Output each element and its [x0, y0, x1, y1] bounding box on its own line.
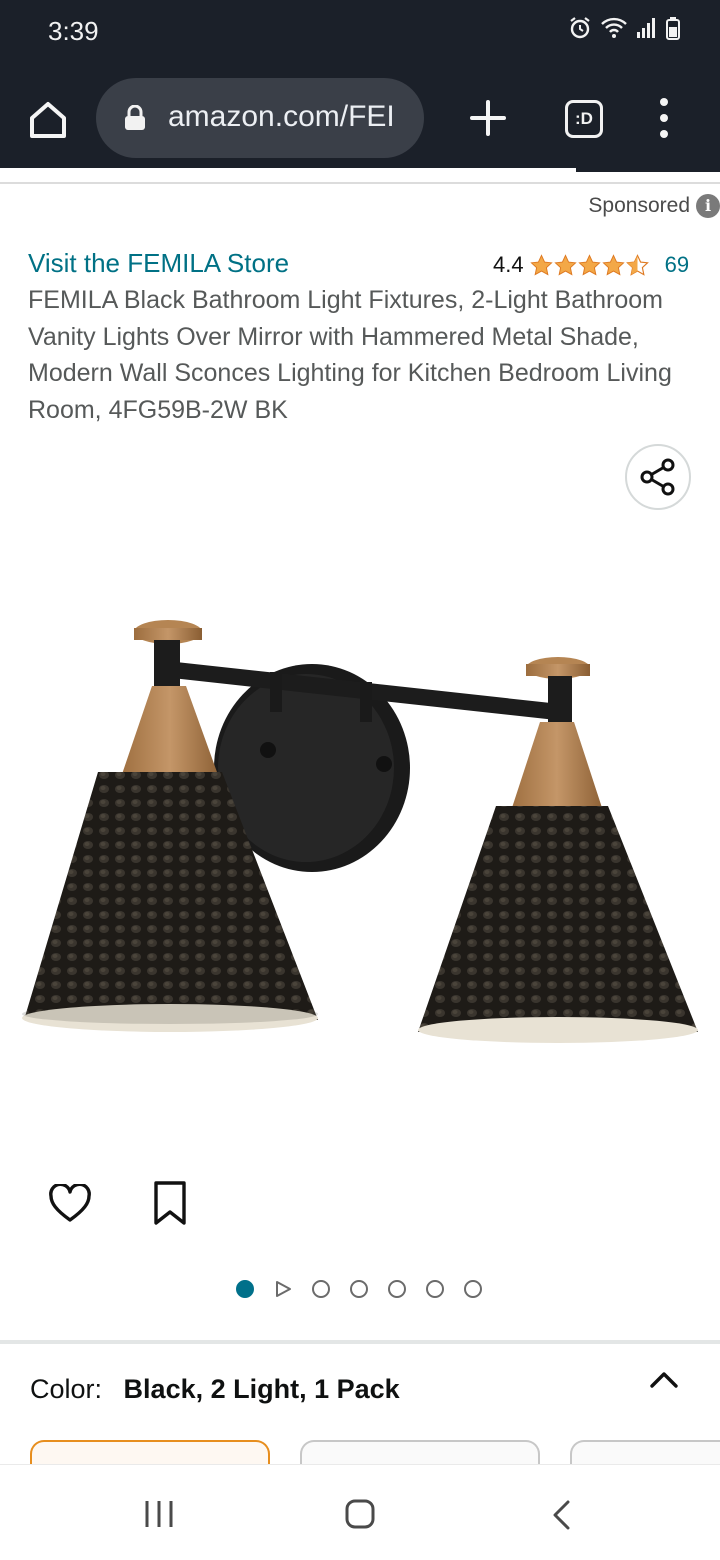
status-icons	[568, 16, 680, 40]
back-icon[interactable]	[550, 1499, 572, 1531]
lock-icon	[125, 105, 145, 130]
system-nav-bar	[0, 1464, 720, 1560]
tab-switcher-button[interactable]: :D	[565, 100, 603, 138]
battery-icon	[666, 17, 680, 40]
recents-icon[interactable]	[143, 1499, 175, 1529]
rating-summary[interactable]: 4.4 69	[493, 252, 689, 278]
browser-chrome: 3:39 amazon.com/FEI :D	[0, 0, 720, 172]
info-icon[interactable]: i	[696, 194, 720, 218]
carousel-dot[interactable]	[312, 1280, 330, 1298]
heart-icon[interactable]	[48, 1184, 92, 1224]
carousel-dot[interactable]	[464, 1280, 482, 1298]
rating-count-link[interactable]: 69	[665, 252, 689, 278]
star-icon	[577, 253, 601, 276]
share-button[interactable]	[625, 444, 691, 510]
star-icon	[601, 253, 625, 276]
color-label: Color:	[30, 1374, 103, 1404]
home-icon[interactable]	[24, 96, 72, 144]
section-divider	[0, 1340, 720, 1344]
share-icon	[640, 458, 675, 496]
image-carousel-indicator	[236, 1280, 502, 1298]
product-page: Sponsored i Visit the FEMILA Store 4.4 6…	[0, 174, 720, 1500]
status-time: 3:39	[48, 16, 99, 46]
address-bar[interactable]: amazon.com/FEI	[96, 78, 424, 158]
carousel-dot[interactable]	[350, 1280, 368, 1298]
more-vert-icon[interactable]	[650, 96, 678, 140]
product-image[interactable]	[0, 614, 720, 1074]
sponsored-badge[interactable]: Sponsored i	[560, 174, 720, 224]
carousel-dot-active[interactable]	[236, 1280, 254, 1298]
carousel-dot[interactable]	[388, 1280, 406, 1298]
color-selector-header: Color: Black, 2 Light, 1 Pack	[30, 1374, 400, 1405]
video-dot-icon[interactable]	[274, 1280, 292, 1298]
carousel-dot[interactable]	[426, 1280, 444, 1298]
chevron-up-icon[interactable]	[648, 1368, 680, 1392]
half-star-icon	[625, 253, 649, 276]
signal-icon	[637, 18, 655, 38]
plus-icon[interactable]	[468, 98, 508, 138]
url-text: amazon.com/FEI	[168, 100, 395, 133]
store-link[interactable]: Visit the FEMILA Store	[28, 248, 289, 279]
alarm-icon	[570, 17, 590, 39]
rating-value: 4.4	[493, 252, 524, 277]
product-title: FEMILA Black Bathroom Light Fixtures, 2-…	[28, 286, 672, 424]
star-rating	[529, 253, 649, 277]
star-icon	[553, 253, 577, 276]
bookmark-icon[interactable]	[152, 1180, 188, 1226]
color-value: Black, 2 Light, 1 Pack	[123, 1374, 400, 1404]
home-nav-icon[interactable]	[344, 1498, 376, 1530]
sponsored-label: Sponsored	[588, 194, 690, 217]
star-icon	[529, 253, 553, 276]
wifi-icon	[601, 17, 627, 38]
